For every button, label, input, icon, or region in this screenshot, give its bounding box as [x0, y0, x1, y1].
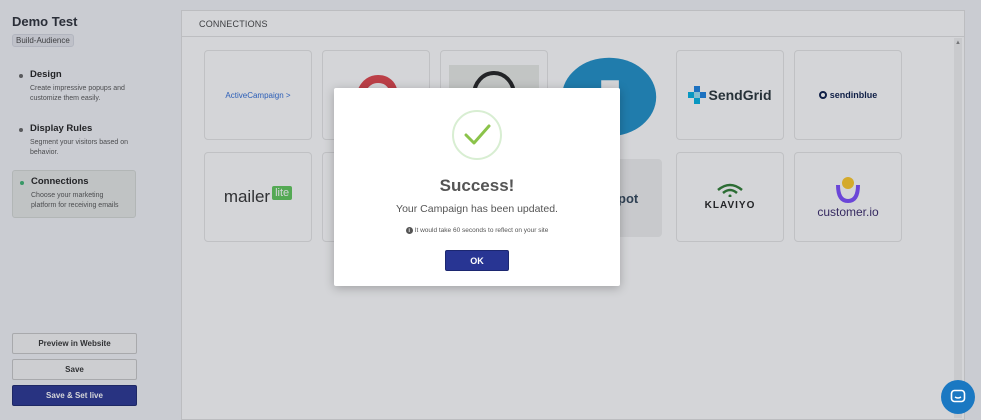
- success-check-icon: [452, 110, 502, 160]
- modal-note-text: It would take 60 seconds to reflect on y…: [414, 227, 549, 234]
- chat-icon: [950, 389, 966, 403]
- modal-title: Success!: [439, 176, 515, 195]
- modal-note: i It would take 60 seconds to reflect on…: [334, 227, 620, 234]
- chat-button[interactable]: [941, 380, 975, 414]
- ok-button[interactable]: OK: [445, 250, 509, 271]
- success-modal: Success! Your Campaign has been updated.…: [334, 88, 620, 286]
- modal-message: Your Campaign has been updated.: [396, 203, 558, 215]
- info-icon: i: [405, 227, 413, 234]
